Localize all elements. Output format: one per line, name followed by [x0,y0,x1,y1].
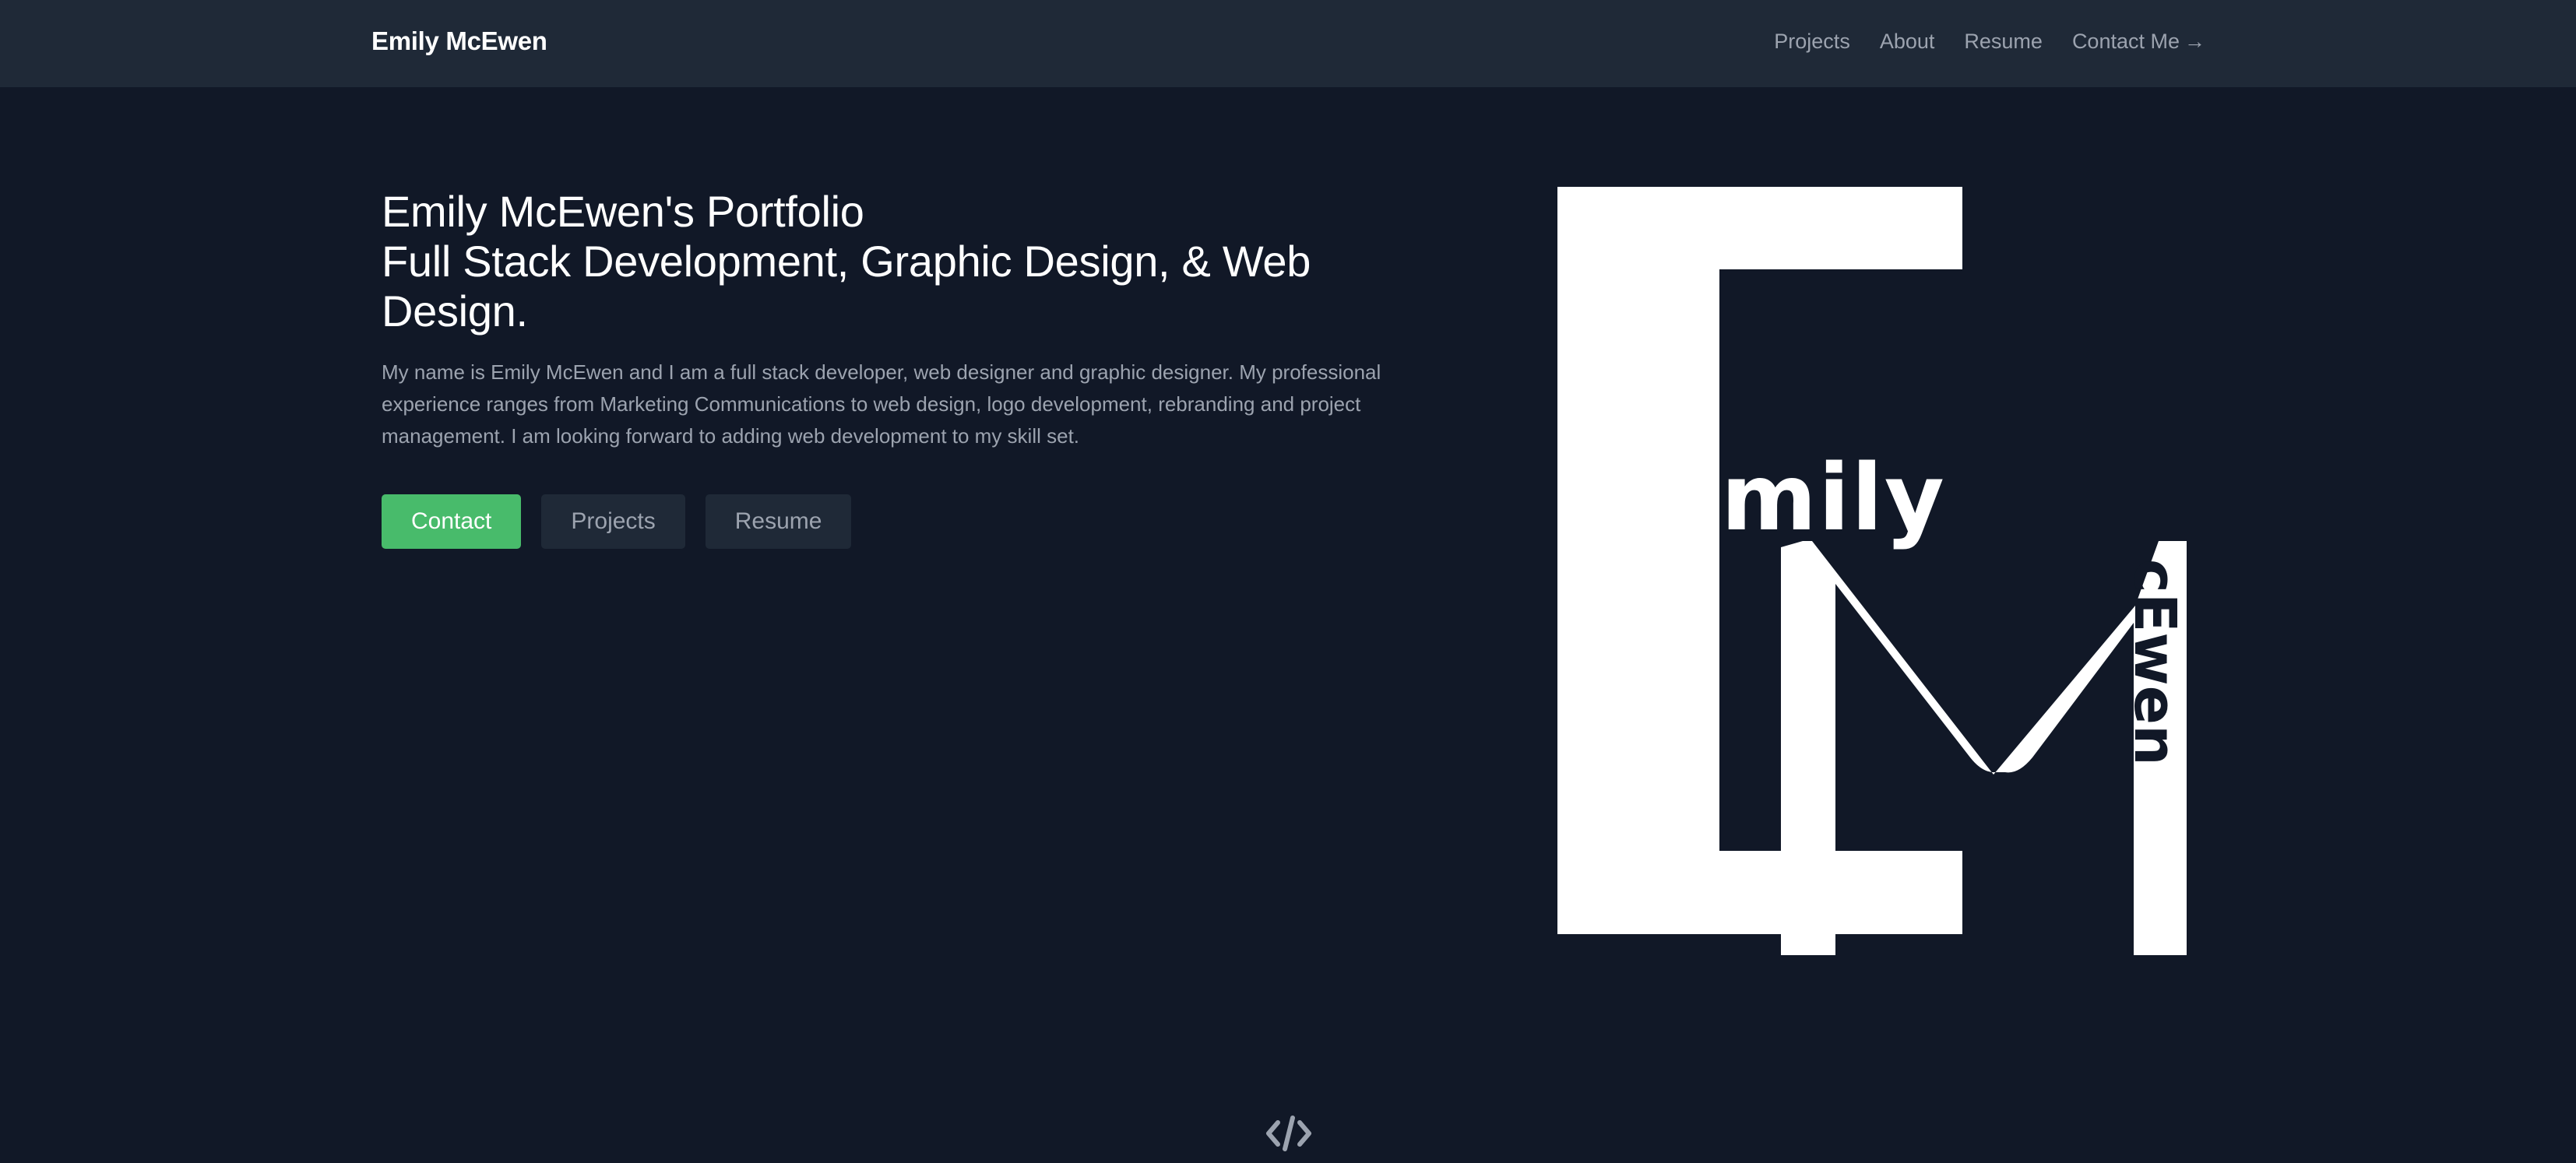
hero-buttons: Contact Projects Resume [382,494,852,549]
nav-link-projects[interactable]: Projects [1774,30,1850,54]
hero-section: Emily McEwen's Portfolio Full Stack Deve… [382,187,1394,452]
logo-text-mily: mily [1721,444,1946,551]
nav-link-resume[interactable]: Resume [1964,30,2043,54]
nav-link-about[interactable]: About [1880,30,1935,54]
arrow-right-icon: → [2184,30,2205,53]
em-logo-graphic: mily cEwen [1557,187,2188,955]
nav-menu: Projects About Resume Contact Me → [1774,30,2205,54]
brand-link[interactable]: Emily McEwen [371,26,547,56]
hero-title: Emily McEwen's Portfolio Full Stack Deve… [382,187,1394,336]
em-logo: mily cEwen [1557,187,2188,961]
hero-title-line1: Emily McEwen's Portfolio [382,187,864,236]
hero-title-line2: Full Stack Development, Graphic Design, … [382,237,1311,336]
nav-link-contact-label: Contact Me [2071,30,2180,53]
contact-button[interactable]: Contact [382,494,522,549]
logo-text-cewen: cEwen [2121,559,2188,766]
code-icon [1265,1113,1313,1154]
hero-description: My name is Emily McEwen and I am a full … [382,360,1381,448]
projects-button[interactable]: Projects [541,494,685,549]
resume-button[interactable]: Resume [705,494,852,549]
navbar: Emily McEwen Projects About Resume Conta… [0,0,2576,87]
nav-link-contact[interactable]: Contact Me → [2072,30,2205,54]
